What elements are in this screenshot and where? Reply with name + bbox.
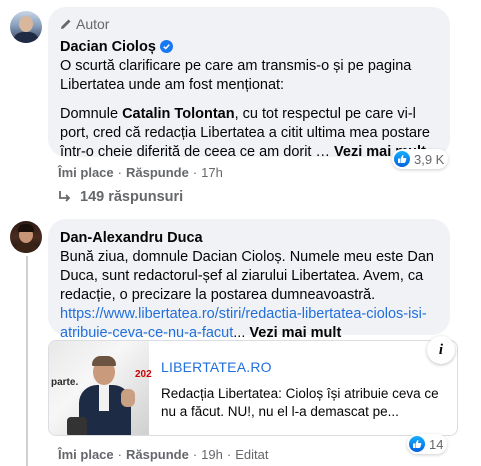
author-name-text[interactable]: Dacian Cioloș: [60, 39, 156, 55]
link-preview-site: LIBERTATEA.RO: [161, 359, 272, 375]
author-name-text[interactable]: Dan-Alexandru Duca: [60, 230, 203, 246]
person-hair: [92, 356, 116, 366]
reply-arrow-icon: [59, 191, 71, 202]
like-button[interactable]: Îmi place: [58, 165, 114, 180]
comment-text: Bună ziua, domnule Dacian Cioloș. Numele…: [60, 248, 438, 343]
view-replies-button[interactable]: 149 răspunsuri: [58, 187, 183, 207]
timestamp-link[interactable]: 19h: [201, 447, 223, 462]
avatar-hair: [18, 224, 34, 232]
like-button[interactable]: Îmi place: [58, 447, 114, 462]
separator-dot: ·: [226, 446, 232, 462]
reaction-count[interactable]: 14: [407, 434, 448, 454]
link-preview-card[interactable]: parte. 202 LIBERTATEA.RO Redacția Libert…: [48, 340, 458, 436]
info-icon[interactable]: i: [427, 336, 455, 364]
timestamp-link[interactable]: 17h: [201, 165, 223, 180]
edited-label: Editat: [235, 446, 269, 462]
reaction-count-value: 14: [429, 436, 444, 452]
ellipsis-text: ...: [233, 325, 250, 341]
avatar-face: [19, 16, 33, 32]
reply-button[interactable]: Răspunde: [126, 165, 189, 180]
avatar[interactable]: [10, 11, 42, 43]
link-preview-body: LIBERTATEA.RO Redacția Libertatea: Ciolo…: [161, 359, 441, 421]
separator-dot: ·: [117, 164, 122, 180]
author-badge-label: Autor: [76, 16, 110, 32]
comment-author-name[interactable]: Dan-Alexandru Duca: [60, 227, 438, 248]
comment-bubble: Dan-Alexandru Duca Bună ziua, domnule Da…: [48, 219, 450, 341]
pencil-icon: [61, 19, 71, 29]
like-reaction-icon: [409, 436, 425, 452]
link-preview-title: Redacția Libertatea: Cioloș își atribuie…: [161, 386, 439, 419]
see-more-link[interactable]: Vezi mai mult: [249, 325, 341, 341]
replies-count-label: 149 răspunsuri: [80, 189, 184, 205]
separator-dot: ·: [117, 446, 122, 462]
person-shirt: [99, 385, 109, 411]
avatar-shirt: [13, 243, 39, 253]
like-reaction-icon: [394, 151, 410, 167]
reaction-count[interactable]: 3,9 K: [392, 149, 449, 169]
link-preview-image: parte. 202: [49, 341, 152, 435]
separator-dot: ·: [192, 446, 198, 462]
mention-link[interactable]: Catalin Tolontan: [122, 106, 235, 122]
comment-author-name[interactable]: Dacian Cioloș: [60, 36, 438, 57]
text-body: Bună ziua, domnule Dacian Cioloș. Numele…: [60, 249, 434, 303]
comment-text: O scurtă clarificare pe care am transmis…: [60, 58, 412, 93]
person-hand: [121, 389, 135, 407]
author-badge: Autor: [60, 15, 438, 33]
reply-button[interactable]: Răspunde: [126, 447, 189, 462]
verified-badge-icon: [159, 40, 173, 53]
comment-actions: Îmi place · Răspunde · 19h · Editat: [58, 445, 268, 463]
separator-dot: ·: [192, 164, 198, 180]
comment-text-paragraph: Domnule Catalin Tolontan, cu tot respect…: [60, 105, 438, 162]
text-prefix: Domnule: [60, 106, 123, 122]
image-caption-left: parte.: [51, 377, 79, 388]
microphone: [67, 417, 87, 435]
comment-actions: Îmi place · Răspunde · 17h: [58, 163, 223, 181]
reaction-count-value: 3,9 K: [414, 151, 445, 167]
avatar[interactable]: [10, 221, 42, 253]
thread-line: [26, 256, 28, 466]
comment-bubble: Autor Dacian Cioloș O scurtă clarificare…: [48, 7, 450, 160]
avatar-suit: [13, 32, 39, 43]
image-caption-right: 202: [135, 369, 152, 380]
